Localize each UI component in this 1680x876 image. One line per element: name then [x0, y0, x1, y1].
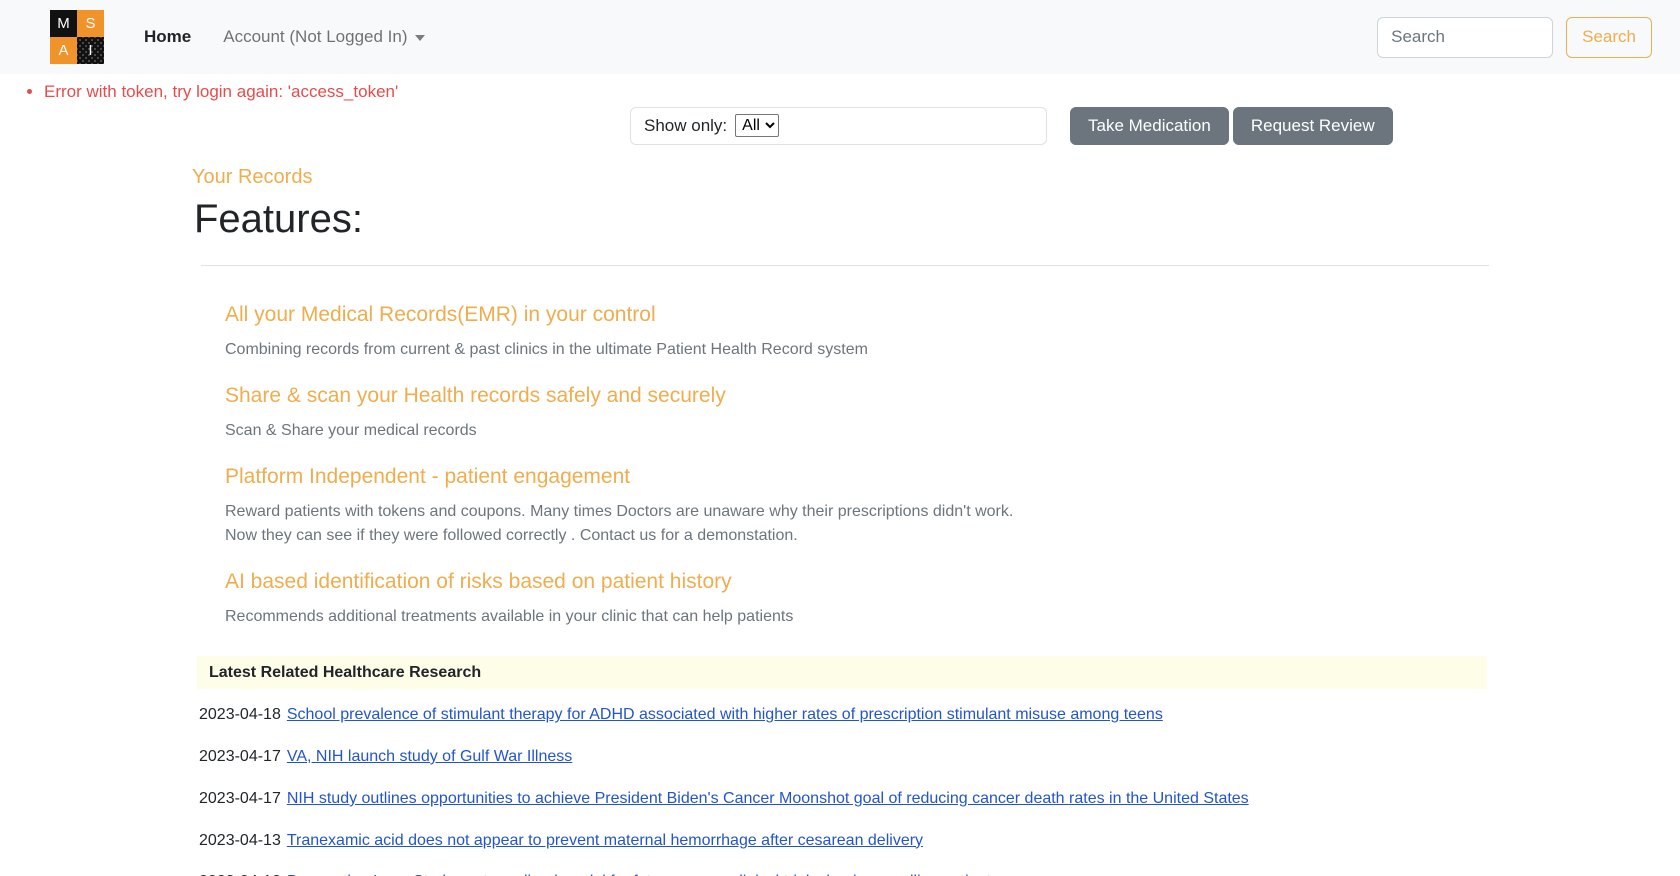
- feature-title: Platform Independent - patient engagemen…: [225, 464, 1488, 489]
- feature-description: Recommends additional treatments availab…: [225, 605, 1488, 628]
- controls-row: Show only: All Take Medication Request R…: [0, 107, 1680, 161]
- nav-links: Home Account (Not Logged In): [128, 19, 441, 55]
- logo-cell-s: S: [77, 10, 104, 37]
- feature-description-line-1: Reward patients with tokens and coupons.…: [225, 500, 1488, 523]
- show-only-label: Show only:: [644, 116, 727, 136]
- page-title: Features:: [192, 195, 1488, 243]
- take-medication-button[interactable]: Take Medication: [1070, 107, 1229, 145]
- research-item: 2023-04-17 VA, NIH launch study of Gulf W…: [199, 747, 1488, 768]
- nav-item-account-label: Account (Not Logged In): [223, 27, 407, 46]
- title-divider: [201, 265, 1489, 266]
- navbar-right: Search: [1377, 17, 1652, 58]
- show-only-filter: Show only: All: [630, 107, 1047, 145]
- feature-title: Share & scan your Health records safely …: [225, 383, 1488, 408]
- top-navbar: M S A I Home Account (Not Logged In) Sea…: [0, 0, 1680, 74]
- chevron-down-icon: [415, 35, 425, 41]
- action-buttons: Take Medication Request Review: [1070, 107, 1393, 145]
- logo-cell-m: M: [50, 10, 77, 37]
- research-section-heading: Latest Related Healthcare Research: [197, 656, 1487, 689]
- research-item-link[interactable]: NIH study outlines opportunities to achi…: [287, 790, 1249, 807]
- brand-logo[interactable]: M S A I: [50, 10, 104, 64]
- feature-description-line-2: Now they can see if they were followed c…: [225, 524, 1488, 547]
- error-message-list: Error with token, try login again: 'acce…: [0, 79, 1680, 105]
- research-item-date: 2023-04-18: [199, 706, 281, 723]
- search-button[interactable]: Search: [1566, 17, 1652, 58]
- error-message-item: Error with token, try login again: 'acce…: [44, 79, 1680, 105]
- feature-item: All your Medical Records(EMR) in your co…: [225, 302, 1488, 361]
- feature-title: All your Medical Records(EMR) in your co…: [225, 302, 1488, 327]
- search-input[interactable]: [1377, 17, 1553, 58]
- research-item-date: 2023-04-17: [199, 748, 281, 765]
- feature-title: AI based identification of risks based o…: [225, 569, 1488, 594]
- research-item: 2023-04-17 NIH study outlines opportuniti…: [199, 789, 1488, 810]
- feature-description: Scan & Share your medical records: [225, 419, 1488, 442]
- research-list: 2023-04-18 School prevalence of stimulant…: [192, 705, 1488, 876]
- navbar-inner: M S A I Home Account (Not Logged In) Sea…: [0, 10, 1680, 64]
- nav-item-home[interactable]: Home: [128, 19, 207, 55]
- feature-item: AI based identification of risks based o…: [225, 569, 1488, 628]
- research-item: 2023-04-13 Tranexamic acid does not appea…: [199, 831, 1488, 852]
- logo-cell-a: A: [50, 37, 77, 64]
- nav-item-home-label: Home: [144, 27, 191, 46]
- research-item: 2023-04-18 School prevalence of stimulant…: [199, 705, 1488, 726]
- alert-area: Error with token, try login again: 'acce…: [0, 74, 1680, 105]
- your-records-heading: Your Records: [192, 165, 1488, 189]
- research-item-link[interactable]: School prevalence of stimulant therapy f…: [287, 706, 1163, 723]
- research-item-date: 2023-04-17: [199, 790, 281, 807]
- feature-item: Platform Independent - patient engagemen…: [225, 464, 1488, 547]
- research-item-date: 2023-04-13: [199, 832, 281, 849]
- research-item-link[interactable]: Tranexamic acid does not appear to preve…: [287, 832, 923, 849]
- show-only-select[interactable]: All: [735, 114, 779, 137]
- feature-item: Share & scan your Health records safely …: [225, 383, 1488, 442]
- research-item: 2023-04-12Pragmatica-Lung Study, a strea…: [199, 872, 1488, 876]
- feature-description: Combining records from current & past cl…: [225, 338, 1488, 361]
- request-review-button[interactable]: Request Review: [1233, 107, 1393, 145]
- feature-list: All your Medical Records(EMR) in your co…: [192, 302, 1488, 629]
- main-content: Your Records Features: All your Medical …: [0, 165, 1680, 876]
- logo-cell-i: I: [77, 37, 104, 64]
- nav-item-account[interactable]: Account (Not Logged In): [207, 19, 440, 55]
- research-item-link[interactable]: VA, NIH launch study of Gulf War Illness: [287, 748, 572, 765]
